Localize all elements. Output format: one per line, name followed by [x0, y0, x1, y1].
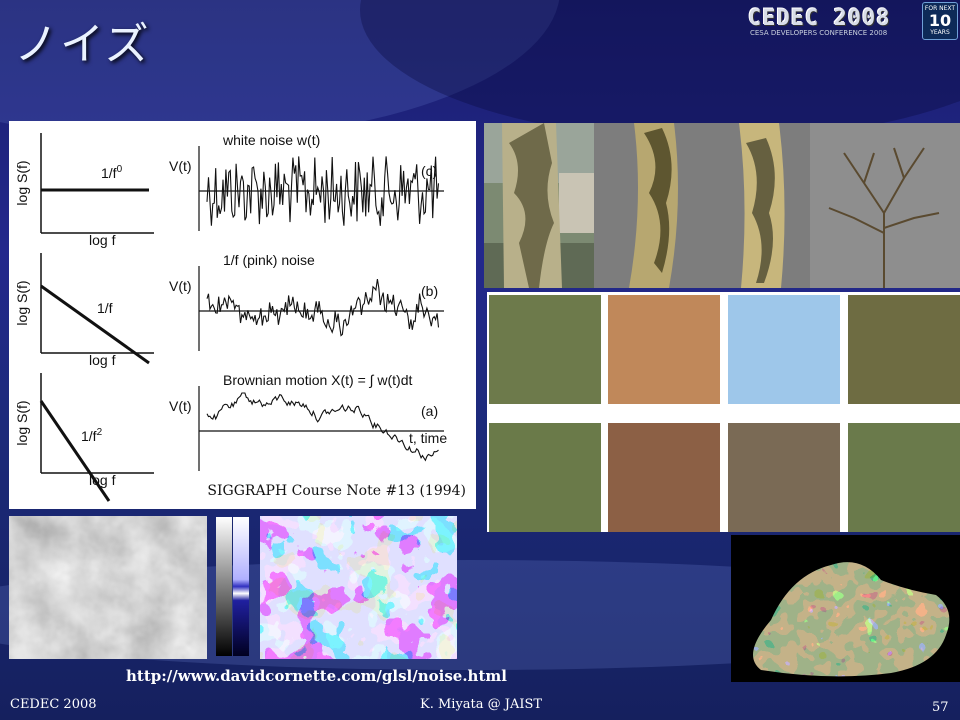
- camo-swatch: [489, 295, 601, 404]
- camouflage-texture-grid: [487, 292, 960, 532]
- signal-title: Brownian motion X(t) = ∫ w(t)dt: [223, 372, 413, 388]
- camo-swatch: [848, 295, 960, 404]
- slide-title: ノイズ: [14, 19, 151, 70]
- spectrum-label: 1/f2: [81, 427, 103, 444]
- footer-event: CEDEC 2008: [10, 697, 97, 712]
- spectrum-ylabel: log S(f): [14, 280, 30, 325]
- noise-spectra-figure: log S(f) log f 1/f0 log S(f) log f 1/f log S(f…: [9, 121, 476, 509]
- spectrum-ylabel: log S(f): [14, 160, 30, 205]
- footer-author: K. Miyata @ JAIST: [420, 697, 543, 712]
- camo-swatch: [728, 295, 840, 404]
- camo-swatch: [608, 295, 720, 404]
- signal-title: 1/f (pink) noise: [223, 252, 315, 268]
- camo-swatch: [728, 423, 840, 532]
- spectrum-xlabel: log f: [89, 352, 116, 368]
- tree-bark-texture-images: [484, 123, 960, 288]
- signal-tag: (a): [421, 403, 438, 419]
- signal-ylabel: V(t): [169, 398, 192, 414]
- ten-years-badge: FOR NEXT 10 YEARS: [922, 2, 958, 40]
- perlin-noise-image: [9, 516, 207, 659]
- page-number: 57: [932, 700, 949, 715]
- camouflage-3d-shape: [731, 535, 960, 682]
- reference-url[interactable]: http://www.davidcornette.com/glsl/noise.…: [126, 667, 507, 685]
- camo-swatch: [489, 423, 601, 532]
- spectrum-ylabel: log S(f): [14, 400, 30, 445]
- spectrum-label: 1/f0: [101, 164, 123, 181]
- color-ramp-bar: [216, 517, 249, 656]
- signal-tag: (b): [421, 283, 438, 299]
- contour-noise-image: [260, 516, 457, 659]
- signal-xlabel: t, time: [409, 430, 447, 446]
- signal-trace: [206, 392, 439, 462]
- spectra-diagram: log S(f) log f 1/f0 log S(f) log f 1/f log S(f…: [14, 132, 447, 502]
- badge-line3: YEARS: [930, 29, 950, 36]
- camo-swatch: [848, 423, 960, 532]
- logo-subtitle: CESA DEVELOPERS CONFERENCE 2008: [750, 29, 888, 37]
- spectrum-line: [39, 400, 111, 502]
- signal-ylabel: V(t): [169, 158, 192, 174]
- camo-swatch: [608, 423, 720, 532]
- slide: ノイズ CEDEC 2008 CESA DEVELOPERS CONFERENC…: [0, 0, 960, 720]
- badge-line2: 10: [928, 11, 952, 30]
- cedec-logo: CEDEC 2008 CESA DEVELOPERS CONFERENCE 20…: [748, 6, 916, 37]
- signal-trace: [206, 279, 440, 337]
- figure-caption: SIGGRAPH Course Note #13 (1994): [207, 483, 466, 499]
- logo-text: CEDEC 2008: [748, 6, 891, 31]
- spectrum-label: 1/f: [97, 300, 113, 316]
- signal-title: white noise w(t): [222, 132, 320, 148]
- spectrum-xlabel: log f: [89, 232, 116, 248]
- signal-ylabel: V(t): [169, 278, 192, 294]
